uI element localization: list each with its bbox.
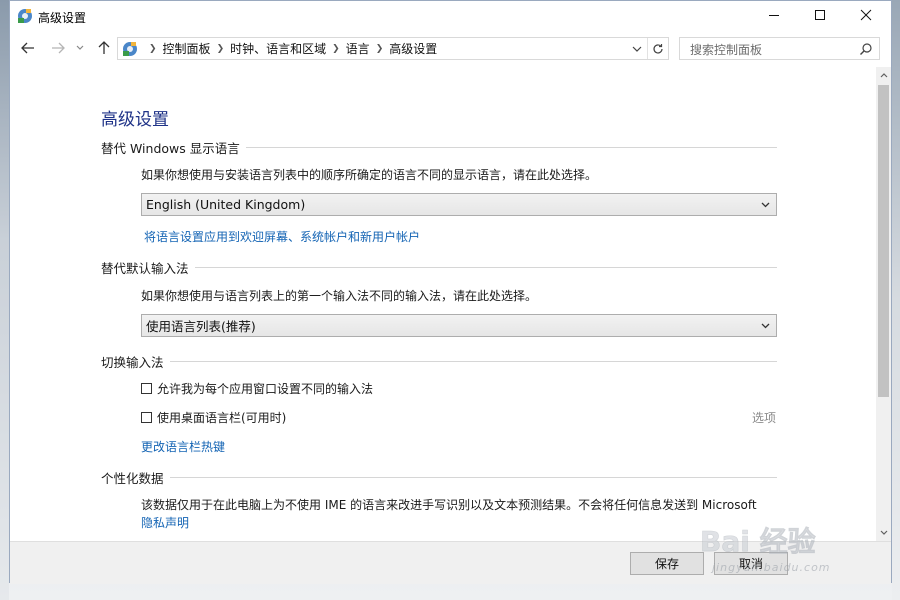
scroll-down-button[interactable] — [876, 524, 891, 541]
default-input-header-text: 替代默认输入法 — [101, 260, 189, 276]
per-app-input-checkbox-row[interactable]: 允许我为每个应用窗口设置不同的输入法 — [141, 380, 373, 396]
control-panel-icon — [123, 41, 137, 56]
breadcrumb-clock-language-region[interactable]: 时钟、语言和区域 — [230, 40, 326, 57]
language-bar-checkbox[interactable] — [141, 411, 152, 423]
title-bar[interactable]: 高级设置 — [10, 1, 891, 31]
control-panel-icon — [18, 9, 32, 23]
default-input-select[interactable]: 使用语言列表(推荐) — [141, 314, 777, 337]
back-button[interactable] — [18, 37, 38, 59]
scroll-up-button[interactable] — [876, 67, 891, 84]
per-app-input-label[interactable]: 允许我为每个应用窗口设置不同的输入法 — [157, 380, 373, 397]
minimize-icon — [769, 15, 779, 16]
breadcrumb-separator[interactable]: ❯ — [149, 44, 157, 54]
divider — [169, 360, 777, 362]
personalization-header-text: 个性化数据 — [101, 470, 164, 486]
vertical-scrollbar[interactable] — [876, 67, 891, 541]
breadcrumb-advanced-settings[interactable]: 高级设置 — [389, 40, 437, 57]
refresh-button[interactable] — [647, 38, 668, 59]
display-language-header-text: 替代 Windows 显示语言 — [101, 140, 240, 156]
refresh-icon — [653, 43, 663, 54]
breadcrumb-separator[interactable]: ❯ — [217, 44, 225, 54]
chevron-down-icon — [758, 318, 772, 334]
personalization-header: 个性化数据 — [101, 468, 777, 486]
arrow-left-icon — [21, 42, 34, 54]
maximize-button[interactable] — [797, 1, 843, 29]
window-title: 高级设置 — [38, 11, 87, 25]
language-bar-options-link[interactable]: 选项 — [752, 409, 776, 426]
chevron-down-icon — [758, 197, 772, 213]
dialog-footer: 保存 取消 — [10, 541, 891, 584]
chevron-down-icon — [632, 46, 642, 52]
breadcrumb-separator[interactable]: ❯ — [376, 44, 384, 54]
change-hotkeys-link[interactable]: 更改语言栏热键 — [141, 438, 225, 455]
switch-input-header-text: 切换输入法 — [101, 354, 164, 370]
navigation-bar: ❯ 控制面板 ❯ 时钟、语言和区域 ❯ 语言 ❯ 高级设置 — [10, 33, 891, 65]
forward-button[interactable] — [48, 37, 68, 59]
scrollbar-thumb[interactable] — [878, 85, 889, 397]
desktop-background-left — [0, 0, 9, 600]
breadcrumb-control-panel[interactable]: 控制面板 — [163, 40, 211, 57]
arrow-up-icon — [98, 41, 110, 54]
divider — [169, 476, 777, 478]
settings-content: 高级设置 替代 Windows 显示语言 如果你想使用与安装语言列表中的顺序所确… — [10, 67, 875, 541]
divider — [194, 266, 777, 268]
search-icon[interactable] — [859, 42, 873, 56]
chevron-down-icon — [76, 45, 84, 50]
language-bar-checkbox-row[interactable]: 使用桌面语言栏(可用时) — [141, 409, 286, 425]
display-language-header: 替代 Windows 显示语言 — [101, 138, 777, 156]
address-dropdown-button[interactable] — [628, 38, 646, 59]
display-language-select[interactable]: English (United Kingdom) — [141, 193, 777, 216]
default-input-description: 如果你想使用与语言列表上的第一个输入法不同的输入法，请在此处选择。 — [141, 289, 538, 303]
close-icon — [860, 9, 872, 21]
divider — [245, 146, 777, 148]
up-button[interactable] — [94, 37, 114, 59]
search-box[interactable] — [679, 37, 880, 60]
save-button[interactable]: 保存 — [630, 552, 704, 575]
recent-locations-button[interactable] — [74, 37, 86, 59]
privacy-statement-link[interactable]: 隐私声明 — [141, 514, 189, 531]
page-title: 高级设置 — [101, 110, 169, 130]
language-bar-label[interactable]: 使用桌面语言栏(可用时) — [157, 409, 286, 426]
display-language-selected: English (United Kingdom) — [146, 197, 306, 212]
close-button[interactable] — [843, 1, 889, 29]
personalization-description: 该数据仅用于在此电脑上为不使用 IME 的语言来改进手写识别以及文本预测结果。不… — [141, 498, 757, 512]
default-input-selected: 使用语言列表(推荐) — [146, 319, 256, 334]
search-input[interactable] — [688, 40, 857, 59]
desktop-background-right — [892, 0, 900, 600]
breadcrumb-language[interactable]: 语言 — [346, 40, 370, 57]
display-language-description: 如果你想使用与安装语言列表中的顺序所确定的语言不同的显示语言，请在此处选择。 — [141, 168, 598, 182]
maximize-icon — [815, 10, 825, 20]
cancel-button[interactable]: 取消 — [714, 552, 788, 575]
control-panel-window: 高级设置 ❯ 控制面板 ❯ 时钟、语言和区域 ❯ 语言 ❯ 高级设置 搜索控制面… — [9, 0, 892, 584]
minimize-button[interactable] — [751, 1, 797, 29]
per-app-input-checkbox[interactable] — [141, 382, 152, 394]
switch-input-header: 切换输入法 — [101, 352, 777, 370]
chevron-up-icon — [880, 73, 887, 78]
breadcrumb-separator[interactable]: ❯ — [332, 44, 340, 54]
arrow-right-icon — [52, 42, 65, 54]
address-bar[interactable]: ❯ 控制面板 ❯ 时钟、语言和区域 ❯ 语言 ❯ 高级设置 — [117, 37, 669, 60]
default-input-header: 替代默认输入法 — [101, 258, 777, 276]
chevron-down-icon — [880, 530, 887, 535]
apply-language-settings-link[interactable]: 将语言设置应用到欢迎屏幕、系统帐户和新用户帐户 — [144, 228, 420, 245]
